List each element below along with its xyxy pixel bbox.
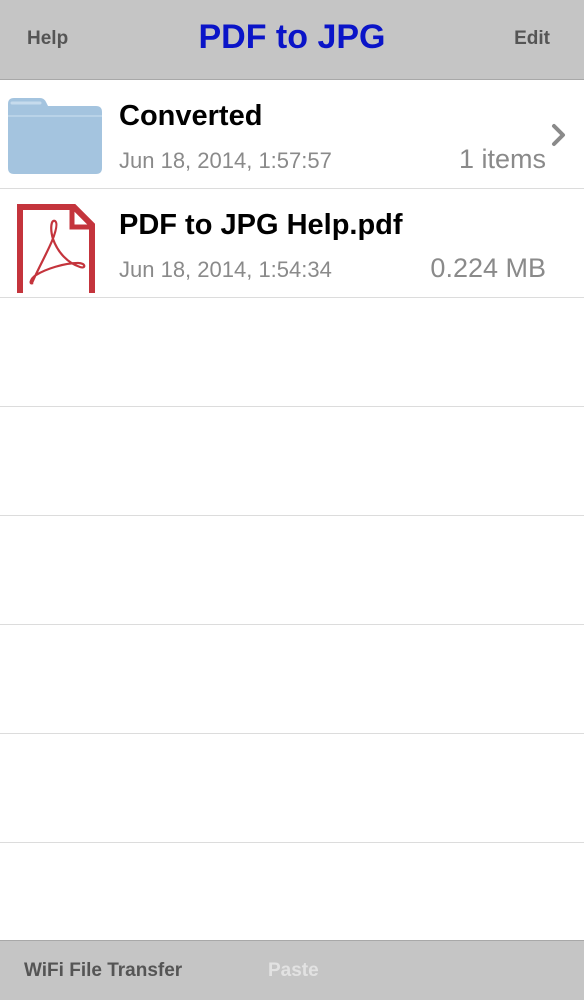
file-name: Converted bbox=[119, 100, 263, 132]
file-list: Converted Jun 18, 2014, 1:57:57 1 items … bbox=[0, 80, 584, 843]
edit-button[interactable]: Edit bbox=[514, 28, 550, 50]
file-date: Jun 18, 2014, 1:54:34 bbox=[119, 257, 332, 282]
navigation-bar: Help PDF to JPG Edit bbox=[0, 0, 584, 80]
app-screen: Help PDF to JPG Edit Converted Jun 18, 2… bbox=[0, 0, 584, 1000]
item-count: 1 items bbox=[458, 144, 546, 174]
chevron-right-icon bbox=[552, 124, 565, 146]
page-title: PDF to JPG bbox=[198, 18, 386, 56]
bottom-toolbar: WiFi File Transfer Paste bbox=[0, 940, 584, 1000]
paste-button: Paste bbox=[268, 960, 319, 981]
empty-row bbox=[0, 734, 584, 843]
empty-row bbox=[0, 298, 584, 407]
empty-row bbox=[0, 516, 584, 625]
file-name: PDF to JPG Help.pdf bbox=[119, 209, 403, 241]
empty-row bbox=[0, 407, 584, 516]
pdf-icon bbox=[17, 204, 95, 293]
empty-row bbox=[0, 625, 584, 734]
file-row-pdf-help[interactable]: PDF to JPG Help.pdf Jun 18, 2014, 1:54:3… bbox=[0, 189, 584, 298]
file-size: 0.224 MB bbox=[430, 253, 546, 283]
file-date: Jun 18, 2014, 1:57:57 bbox=[119, 148, 332, 173]
file-row-converted[interactable]: Converted Jun 18, 2014, 1:57:57 1 items bbox=[0, 80, 584, 189]
folder-icon bbox=[8, 98, 102, 174]
wifi-file-transfer-button[interactable]: WiFi File Transfer bbox=[24, 960, 182, 982]
